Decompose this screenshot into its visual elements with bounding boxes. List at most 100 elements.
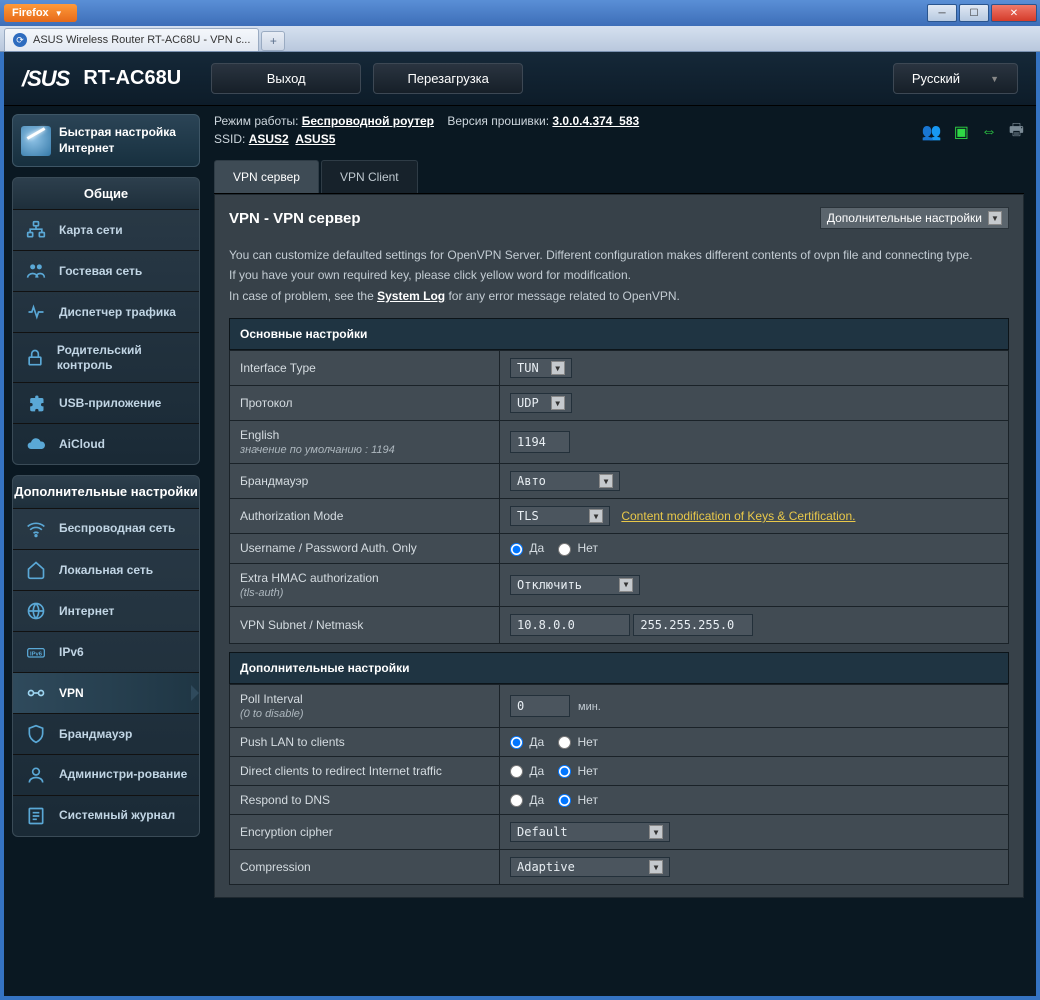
vpn-icon	[23, 683, 49, 703]
wifi-icon	[23, 519, 49, 539]
label-protocol: Протокол	[230, 386, 500, 421]
cloud-icon	[23, 434, 49, 454]
cipher-select[interactable]: Default▼	[510, 822, 670, 842]
sidebar-item-wireless[interactable]: Беспроводная сеть	[13, 509, 199, 550]
sidebar-item-lan[interactable]: Локальная сеть	[13, 550, 199, 591]
browser-tab-strip: ⟳ ASUS Wireless Router RT-AC68U - VPN c.…	[0, 26, 1040, 52]
new-tab-button[interactable]: +	[261, 31, 285, 51]
ssid-line: SSID: ASUS2 ASUS5	[214, 132, 639, 146]
dns-yes[interactable]: Да	[510, 793, 544, 807]
main-panel: Режим работы: Беспроводной роутер Версия…	[208, 106, 1036, 996]
sidebar-item-firewall[interactable]: Брандмауэр	[13, 714, 199, 755]
menu-general: Общие Карта сети Гостевая сеть Диспетчер…	[12, 177, 200, 465]
language-label: Русский	[912, 71, 960, 86]
firewall-select[interactable]: Авто▼	[510, 471, 620, 491]
compression-select[interactable]: Adaptive▼	[510, 857, 670, 877]
protocol-select[interactable]: UDP▼	[510, 393, 572, 413]
lock-icon	[23, 348, 47, 368]
close-button[interactable]: ✕	[991, 4, 1037, 22]
sidebar-item-admin[interactable]: Администри-рование	[13, 755, 199, 796]
label-userpass: Username / Password Auth. Only	[230, 534, 500, 563]
chevron-down-icon: ▼	[990, 74, 999, 84]
reboot-button[interactable]: Перезагрузка	[373, 63, 523, 94]
brand-logo: /SUS	[22, 66, 69, 92]
ssid5-link[interactable]: ASUS5	[295, 132, 335, 146]
pushlan-yes[interactable]: Да	[510, 735, 544, 749]
label-cipher: Encryption cipher	[230, 815, 500, 850]
chevron-down-icon: ▼	[55, 9, 63, 18]
svg-text:IPv6: IPv6	[30, 651, 43, 657]
sidebar-item-wan[interactable]: Интернет	[13, 591, 199, 632]
favicon-icon: ⟳	[13, 33, 27, 47]
sidebar-item-aicloud[interactable]: AiCloud	[13, 424, 199, 464]
language-select[interactable]: Русский ▼	[893, 63, 1018, 94]
system-log-link[interactable]: System Log	[377, 289, 445, 303]
wand-icon	[21, 126, 51, 156]
router-header: /SUS RT-AC68U Выход Перезагрузка Русский…	[4, 52, 1036, 106]
firefox-label: Firefox	[12, 7, 49, 19]
advanced-settings-table: Poll Interval(0 to disable) мин. Push LA…	[229, 684, 1009, 886]
network-map-icon	[23, 220, 49, 240]
label-auth-mode: Authorization Mode	[230, 499, 500, 534]
minimize-button[interactable]: ─	[927, 4, 957, 22]
home-icon	[23, 560, 49, 580]
iface-type-select[interactable]: TUN▼	[510, 358, 572, 378]
chevron-down-icon: ▼	[988, 211, 1002, 225]
userpass-no[interactable]: Нет	[558, 541, 598, 555]
menu-advanced: Дополнительные настройки Беспроводная се…	[12, 475, 200, 837]
quick-line2: Интернет	[59, 141, 114, 155]
keys-cert-link[interactable]: Content modification of Keys & Certifica…	[621, 509, 855, 523]
sidebar-item-vpn[interactable]: VPN	[13, 673, 199, 714]
tab-vpn-client[interactable]: VPN Client	[321, 160, 418, 193]
hmac-select[interactable]: Отключить▼	[510, 575, 640, 595]
firefox-menu-button[interactable]: Firefox ▼	[4, 4, 77, 22]
label-poll: Poll Interval(0 to disable)	[230, 684, 500, 727]
users-icon	[23, 261, 49, 281]
description: You can customize defaulted settings for…	[229, 245, 1009, 306]
tab-vpn-server[interactable]: VPN сервер	[214, 160, 319, 193]
mode-link[interactable]: Беспроводной роутер	[302, 114, 434, 128]
port-input[interactable]	[510, 431, 570, 453]
shield-icon	[23, 724, 49, 744]
sidebar-item-guest-network[interactable]: Гостевая сеть	[13, 251, 199, 292]
sidebar-item-syslog[interactable]: Системный журнал	[13, 796, 199, 836]
pushlan-no[interactable]: Нет	[558, 735, 598, 749]
quick-setup-button[interactable]: Быстрая настройка Интернет	[12, 114, 200, 167]
sidebar-item-traffic-manager[interactable]: Диспетчер трафика	[13, 292, 199, 333]
usb-status-icon[interactable]: ⇔	[981, 123, 997, 141]
label-redirect: Direct clients to redirect Internet traf…	[230, 756, 500, 785]
redirect-no[interactable]: Нет	[558, 764, 598, 778]
traffic-icon	[23, 302, 49, 322]
userpass-yes[interactable]: Да	[510, 541, 544, 555]
clients-icon[interactable]: 👥	[922, 122, 942, 142]
sidebar-item-usb-app[interactable]: USB-приложение	[13, 383, 199, 424]
fw-link[interactable]: 3.0.0.4.374_583	[552, 114, 639, 128]
menu-general-title: Общие	[13, 178, 199, 210]
lan-status-icon[interactable]: ▣	[954, 122, 969, 142]
dns-no[interactable]: Нет	[558, 793, 598, 807]
printer-icon[interactable]: 🖶	[1009, 119, 1024, 146]
quick-line1: Быстрая настройка	[59, 125, 176, 139]
menu-advanced-title: Дополнительные настройки	[13, 476, 199, 509]
window-title-bar: Firefox ▼ ─ ☐ ✕	[0, 0, 1040, 26]
status-icons: 👥 ▣ ⇔ 🖶	[922, 119, 1024, 146]
section-basic-header: Основные настройки	[229, 318, 1009, 350]
ssid2-link[interactable]: ASUS2	[249, 132, 289, 146]
sidebar-item-ipv6[interactable]: IPv6IPv6	[13, 632, 199, 673]
sidebar-item-network-map[interactable]: Карта сети	[13, 210, 199, 251]
label-dns: Respond to DNS	[230, 786, 500, 815]
admin-icon	[23, 765, 49, 785]
sidebar-item-parental-control[interactable]: Родительский контроль	[13, 333, 199, 383]
browser-tab[interactable]: ⟳ ASUS Wireless Router RT-AC68U - VPN c.…	[4, 28, 259, 51]
advanced-settings-select[interactable]: Дополнительные настройки ▼	[820, 207, 1009, 229]
maximize-button[interactable]: ☐	[959, 4, 989, 22]
basic-settings-table: Interface Type TUN▼ Протокол UDP▼ Englis…	[229, 350, 1009, 643]
auth-mode-select[interactable]: TLS▼	[510, 506, 610, 526]
logout-button[interactable]: Выход	[211, 63, 361, 94]
subnet-ip-input[interactable]	[510, 614, 630, 636]
redirect-yes[interactable]: Да	[510, 764, 544, 778]
label-hmac: Extra HMAC authorization(tls-auth)	[230, 563, 500, 606]
subnet-mask-input[interactable]	[633, 614, 753, 636]
page-title: VPN - VPN сервер	[229, 210, 361, 227]
poll-input[interactable]	[510, 695, 570, 717]
